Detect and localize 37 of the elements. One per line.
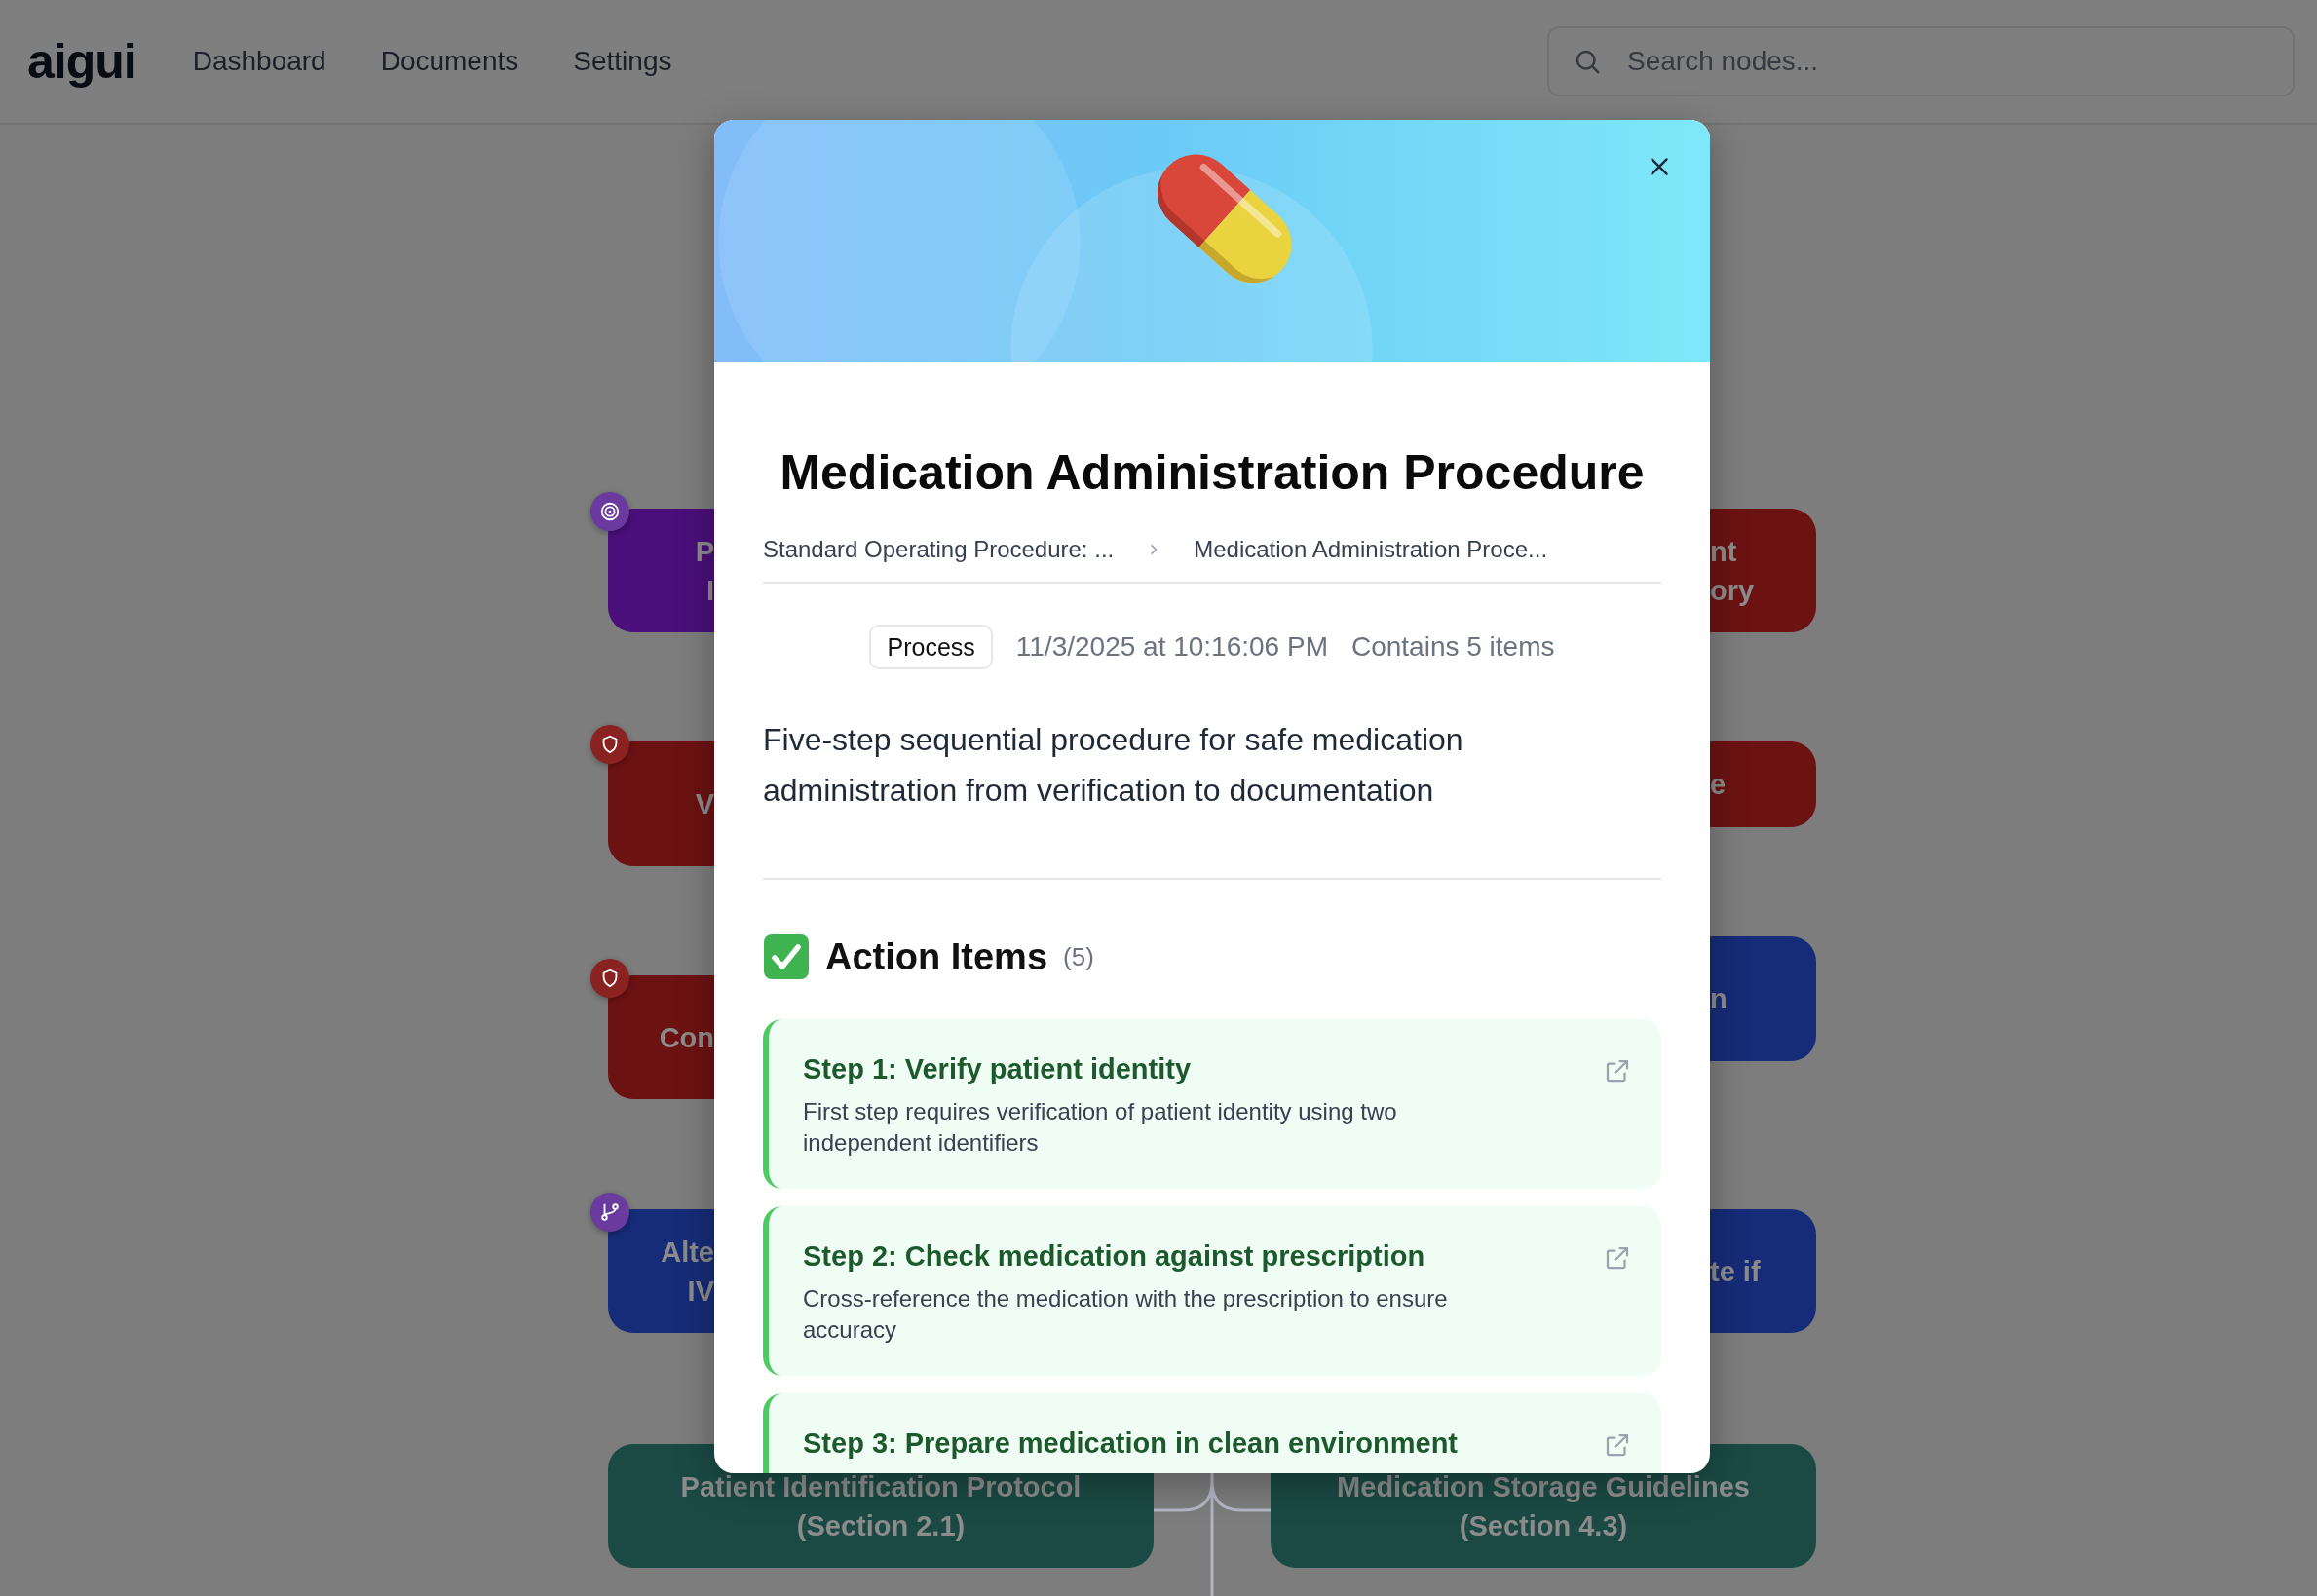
node-label: Alte [661,1235,714,1270]
nav-link[interactable]: Dashboard [192,46,326,77]
node-label: Con [659,1020,714,1055]
item-count: Contains 5 items [1350,631,1555,663]
node-label: V [695,787,714,821]
node-label: ory [1710,573,1755,608]
dialog-title: Medication Administration Procedure [779,444,1646,502]
action-item-description: First step requires verification of patient identity using two independent identifiers [803,1097,1398,1158]
nav-link[interactable]: Documents [380,46,519,77]
target-icon [599,501,621,522]
action-item-card[interactable]: Step 3: Prepare medication in clean environment [763,1393,1661,1473]
breadcrumb-link[interactable]: Standard Operating Procedure: ... [763,535,1115,564]
action-item-card[interactable]: Step 1: Verify patient identity First step requires verification of patient identity using two independent identifiers [763,1019,1661,1189]
check-icon [763,933,810,980]
node-label: I [705,573,714,608]
logo[interactable]: aigui [27,33,136,90]
node-label: P [695,534,714,569]
item-count: (5) [1063,941,1094,972]
action-item-card[interactable]: Step 2: Check medication against prescription Cross-reference the medication with the prescription to ensure accuracy [763,1206,1661,1376]
node-label: (Section 4.3) [1459,1508,1628,1543]
node-label: IV [687,1273,714,1309]
action-item-title: Step 1: Verify patient identity [803,1052,1193,1086]
search-field[interactable]: Search nodes... [1547,26,2295,96]
node-label: te if [1710,1254,1761,1289]
timestamp: 11/3/2025 at 10:16:06 PM [1015,631,1328,663]
nav-link[interactable]: Settings [573,46,672,77]
node-label: e [1710,768,1727,802]
node-label: n [1710,982,1728,1016]
node-label: nt [1710,534,1737,569]
description: Five-step sequential procedure for safe medication administration from verification to documentation [763,714,1661,880]
node-label: (Section 2.1) [796,1508,966,1543]
type-tag: Process [869,625,993,669]
action-item-description: Cross-reference the medication with the prescription to ensure accuracy [803,1284,1449,1345]
breadcrumb-link[interactable]: Medication Administration Proce... [1194,535,1548,564]
action-item-title: Step 2: Check medication against prescription [803,1239,1426,1273]
section-title: Action Items [825,935,1048,978]
branch-icon [599,1201,621,1223]
